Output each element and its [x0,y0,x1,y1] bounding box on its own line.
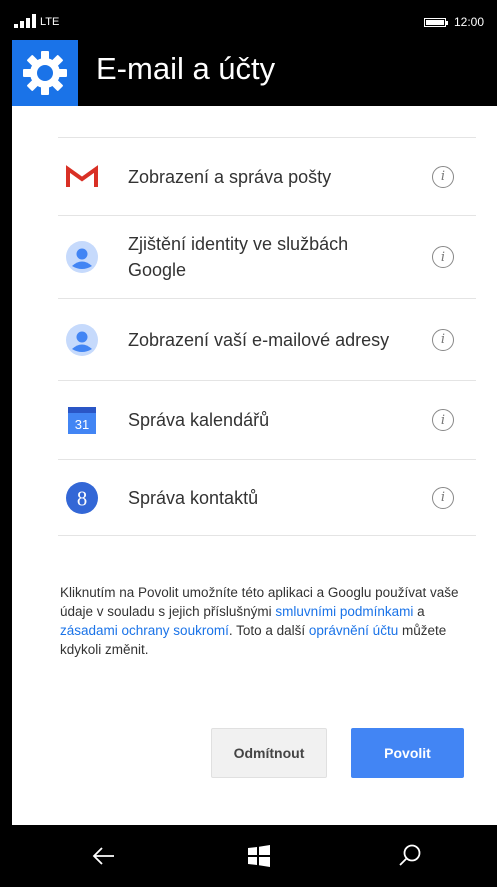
permission-label: Zobrazení vaší e-mailové adresy [128,329,390,350]
info-icon[interactable]: i [432,328,454,351]
permission-item-mail: Zobrazení a správa pošty i [58,137,476,215]
search-icon[interactable] [396,842,424,870]
svg-text:8: 8 [77,488,87,510]
info-icon[interactable]: i [432,486,454,509]
battery-icon [424,18,448,27]
permission-label: Správa kontaktů [128,487,259,508]
person-icon [66,241,98,273]
signal-strength-icon [14,14,36,28]
permission-item-calendar: 31 Správa kalendářů i [58,380,476,459]
consent-disclaimer: Kliknutím na Povolit umožníte této aplik… [60,583,460,659]
status-bar: LTE 12:00 [0,0,497,40]
windows-logo-icon[interactable] [245,842,273,870]
disclaimer-text: a [413,604,425,619]
allow-button[interactable]: Povolit [351,728,464,778]
gmail-icon [66,161,98,193]
svg-text:31: 31 [75,417,89,432]
privacy-policy-link[interactable]: zásadami ochrany soukromí [60,623,229,638]
account-permissions-link[interactable]: oprávnění účtu [309,623,398,638]
navigation-bar [0,825,497,887]
deny-button[interactable]: Odmítnout [211,728,327,778]
network-type: LTE [40,16,60,28]
google-plus-icon: 8 [66,481,98,514]
info-icon[interactable]: i [432,409,454,431]
permission-item-identity: Zjištění identity ve službách Google i [58,215,476,298]
permission-label: Správa kalendářů [128,410,270,430]
permission-label: Zjištění identity ve službách Google [128,234,349,280]
terms-link[interactable]: smluvními podmínkami [275,604,413,619]
disclaimer-text: . Toto a další [228,623,309,638]
info-icon[interactable]: i [432,246,454,268]
permission-list: Zobrazení a správa pošty i Zjištění iden… [58,137,476,536]
consent-panel: Zobrazení a správa pošty i Zjištění iden… [12,106,497,825]
info-icon[interactable]: i [432,165,454,188]
person-icon [66,323,98,356]
permission-item-contacts: 8 Správa kontaktů i [58,459,476,536]
permission-item-email-address: Zobrazení vaší e-mailové adresy i [58,298,476,380]
permission-label: Zobrazení a správa pošty [128,166,332,187]
settings-tile [12,40,78,106]
gear-icon [23,51,67,95]
page-title: E-mail a účty [96,51,276,86]
clock: 12:00 [454,15,485,29]
calendar-icon: 31 [66,404,98,436]
back-arrow-icon[interactable] [90,842,118,870]
